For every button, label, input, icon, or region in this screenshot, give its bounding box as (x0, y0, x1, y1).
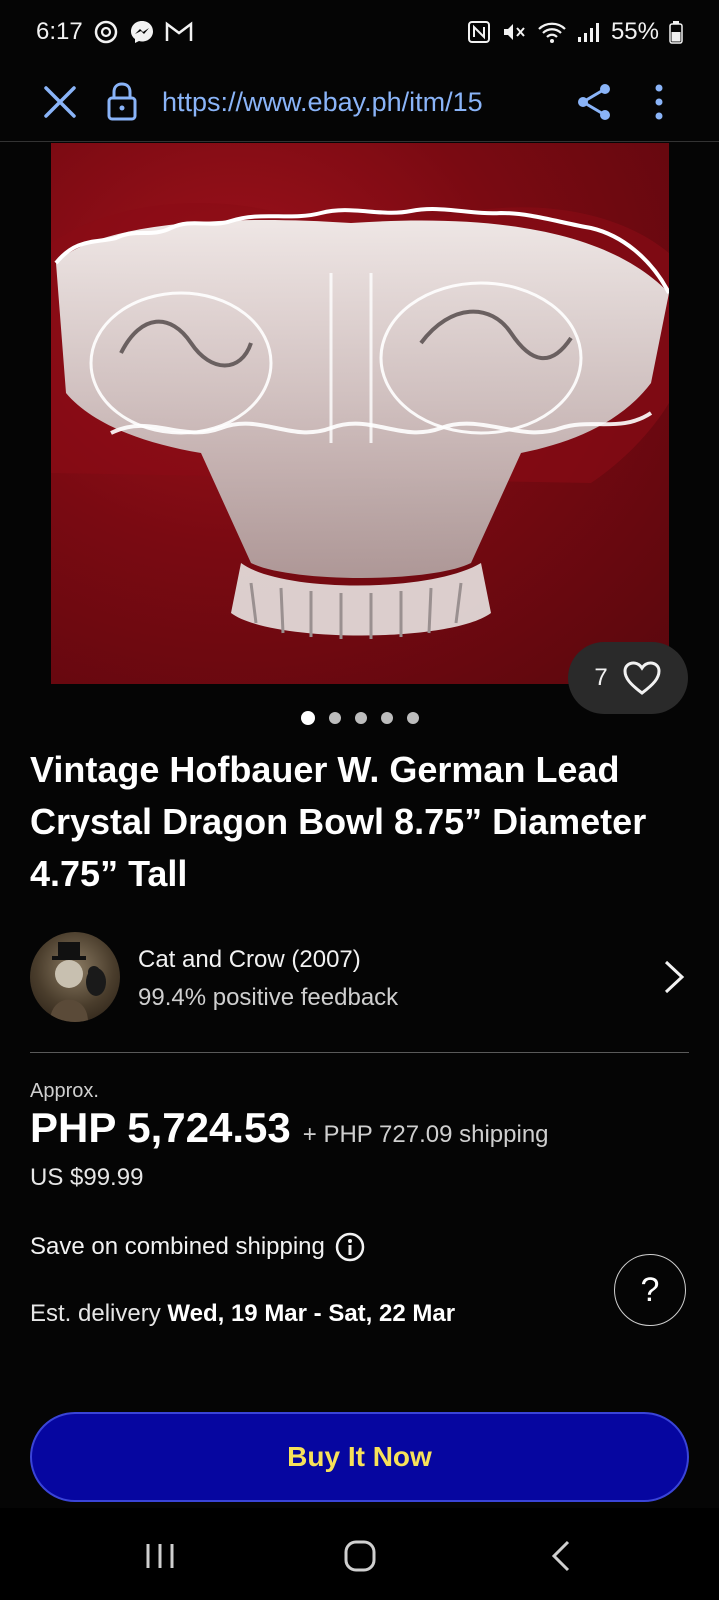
system-navigation-bar (0, 1508, 719, 1600)
buy-it-now-label: Buy It Now (287, 1441, 432, 1472)
carousel-dot-active[interactable] (300, 711, 315, 725)
buy-it-now-button[interactable]: Buy It Now (30, 1412, 689, 1502)
battery-icon (669, 21, 683, 44)
chevron-right-icon[interactable] (662, 958, 686, 996)
price-row: PHP 5,724.53 + PHP 727.09 shipping (30, 1104, 549, 1152)
combined-shipping-label: Save on combined shipping (30, 1233, 325, 1260)
approx-label: Approx. (30, 1080, 99, 1102)
seller-row[interactable]: Cat and Crow (2007) 99.4% positive feedb… (30, 932, 690, 1022)
heart-icon (623, 661, 661, 695)
more-options-icon[interactable] (644, 80, 674, 124)
crystal-bowl-illustration (51, 203, 669, 639)
status-right: 55% (467, 18, 683, 46)
usd-price: US $99.99 (30, 1164, 144, 1191)
lock-icon[interactable] (106, 82, 138, 122)
nfc-icon (467, 21, 490, 43)
watch-like-button[interactable]: 7 (568, 642, 688, 714)
seller-avatar-image (50, 942, 106, 1022)
status-bar: 6:17 55% (0, 0, 719, 64)
status-time: 6:17 (36, 18, 83, 45)
home-icon[interactable] (340, 1536, 380, 1576)
combined-shipping[interactable]: Save on combined shipping (30, 1232, 365, 1262)
seller-feedback: 99.4% positive feedback (138, 984, 399, 1011)
product-image[interactable] (51, 143, 669, 684)
messenger-icon (130, 21, 153, 43)
gmail-icon (165, 21, 192, 41)
divider (30, 1052, 689, 1053)
help-button[interactable]: ? (614, 1254, 686, 1326)
mute-icon (503, 24, 525, 40)
close-icon[interactable] (40, 82, 80, 122)
estimated-delivery: Est. delivery Wed, 19 Mar - Sat, 22 Mar (30, 1300, 455, 1328)
image-carousel-dots (0, 711, 719, 728)
help-label: ? (640, 1270, 660, 1309)
delivery-dates: Wed, 19 Mar - Sat, 22 Mar (167, 1300, 456, 1327)
carousel-dot[interactable] (380, 712, 393, 724)
signal-icon (577, 23, 599, 42)
battery-percent: 55% (610, 18, 659, 45)
seller-avatar[interactable] (30, 932, 120, 1022)
info-icon[interactable] (335, 1232, 365, 1262)
share-icon[interactable] (574, 80, 614, 124)
recent-apps-icon[interactable] (140, 1536, 180, 1576)
carousel-dot[interactable] (354, 712, 367, 724)
carousel-dot[interactable] (406, 712, 419, 724)
delivery-label: Est. delivery (30, 1300, 161, 1327)
url-text[interactable]: https://www.ebay.ph/itm/15 (162, 84, 548, 120)
shipping-cost: + PHP 727.09 shipping (302, 1121, 549, 1148)
carousel-dot[interactable] (328, 712, 341, 724)
status-left: 6:17 (36, 18, 193, 46)
seller-name[interactable]: Cat and Crow (2007) (138, 946, 361, 974)
price: PHP 5,724.53 (30, 1104, 291, 1151)
wifi-icon (538, 22, 566, 43)
back-icon[interactable] (542, 1536, 582, 1576)
product-title: Vintage Hofbauer W. German Lead Crystal … (30, 749, 647, 894)
browser-url-bar: https://www.ebay.ph/itm/15 (0, 64, 719, 142)
like-count: 7 (594, 664, 608, 691)
threads-icon (94, 20, 117, 44)
